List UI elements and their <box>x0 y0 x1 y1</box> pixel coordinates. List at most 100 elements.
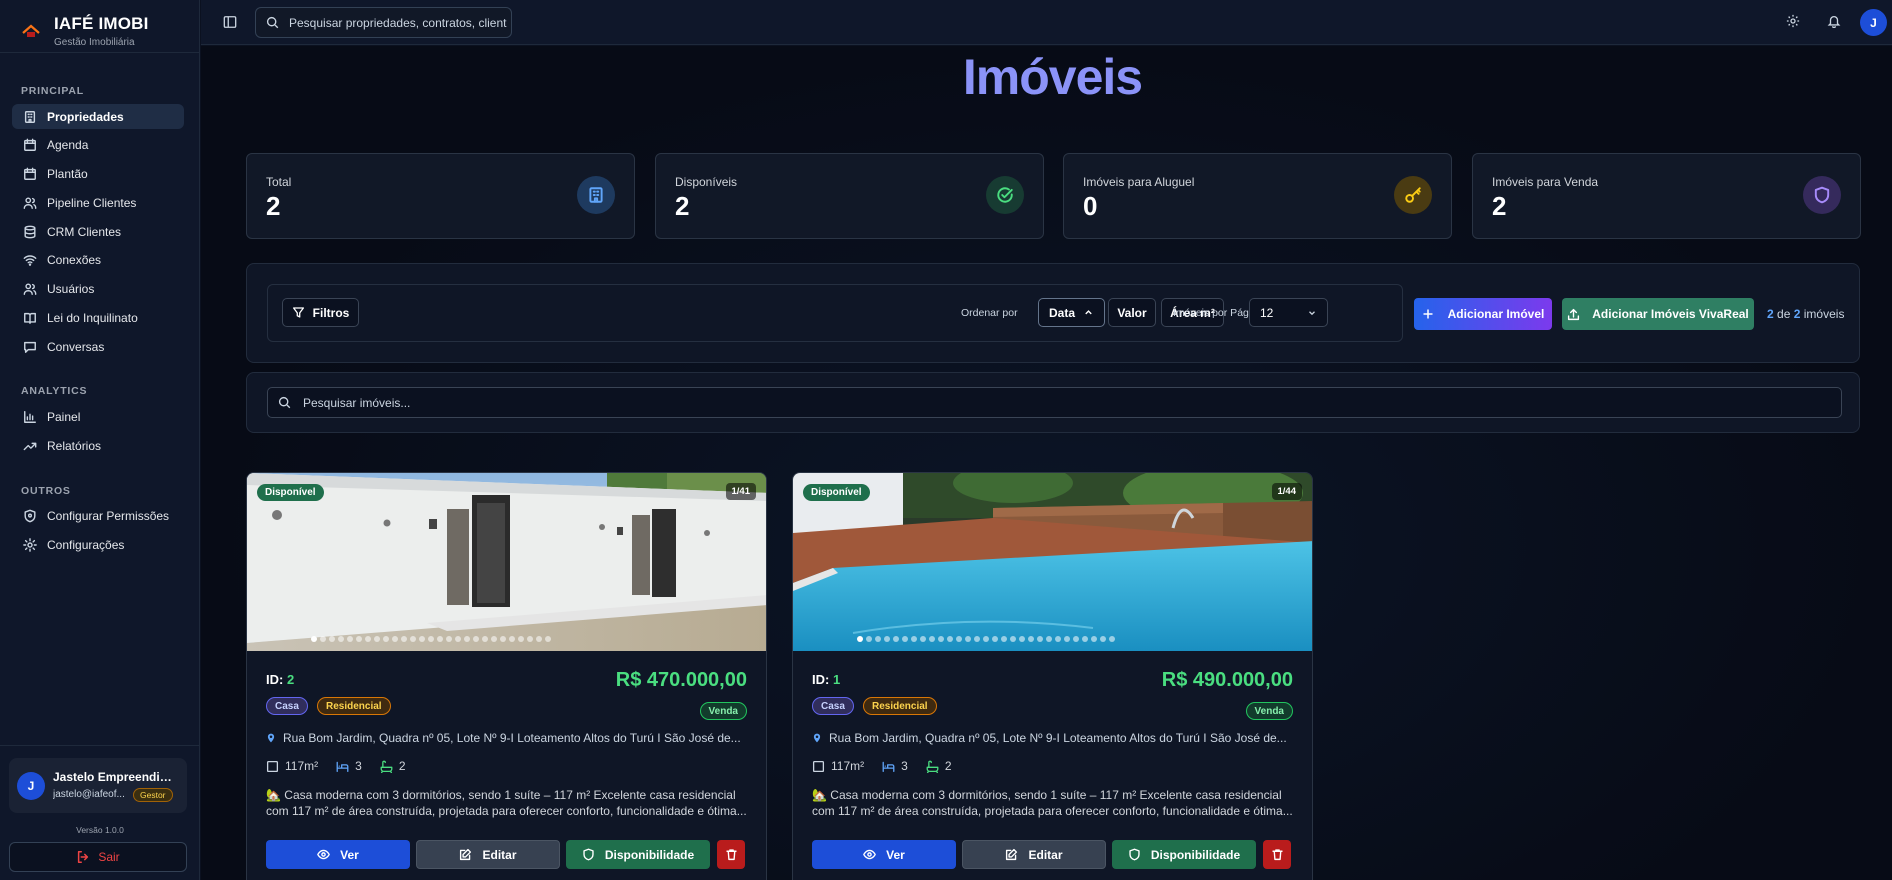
logout-button[interactable]: Sair <box>9 842 187 872</box>
brand[interactable]: IAFÉ IMOBI Gestão Imobiliária <box>20 14 149 48</box>
view-button[interactable]: Ver <box>266 840 410 869</box>
edit-button[interactable]: Editar <box>416 840 560 869</box>
pagination-dot[interactable] <box>992 636 998 642</box>
pagination-dot[interactable] <box>1064 636 1070 642</box>
pagination-dot[interactable] <box>392 636 398 642</box>
pagination-dot[interactable] <box>1001 636 1007 642</box>
pagination-dot[interactable] <box>1100 636 1106 642</box>
pagination-dot[interactable] <box>455 636 461 642</box>
user-card[interactable]: J Jastelo Empreendime... jastelo@iafeof.… <box>9 758 187 813</box>
sidebar-toggle-icon[interactable] <box>223 15 237 29</box>
gear-icon[interactable] <box>1786 14 1800 28</box>
pagination-dot[interactable] <box>401 636 407 642</box>
sidebar-item-conexoes[interactable]: Conexões <box>12 247 184 272</box>
pagination-dot[interactable] <box>911 636 917 642</box>
property-card[interactable]: Disponível 1/41 ID: 2 R$ 470.000,00 Casa… <box>246 472 767 880</box>
pagination-dot[interactable] <box>1019 636 1025 642</box>
pagination-dot[interactable] <box>938 636 944 642</box>
pagination-dot[interactable] <box>1028 636 1034 642</box>
pagination-dot[interactable] <box>383 636 389 642</box>
sidebar-item-lei-do-inquilinato[interactable]: Lei do Inquilinato <box>12 305 184 330</box>
availability-button[interactable]: Disponibilidade <box>1112 840 1256 869</box>
pagination-dot[interactable] <box>965 636 971 642</box>
pagination-dot[interactable] <box>365 636 371 642</box>
pagination-dot[interactable] <box>983 636 989 642</box>
sidebar-item-propriedades[interactable]: Propriedades <box>12 104 184 129</box>
pagination-dot[interactable] <box>500 636 506 642</box>
pagination-dot[interactable] <box>875 636 881 642</box>
pagination-dot[interactable] <box>1055 636 1061 642</box>
pagination-dot[interactable] <box>464 636 470 642</box>
pagination-dot[interactable] <box>545 636 551 642</box>
filters-button[interactable]: Filtros <box>282 298 359 327</box>
pagination-dot[interactable] <box>947 636 953 642</box>
property-card[interactable]: Disponível 1/44 ID: 1 R$ 490.000,00 Casa… <box>792 472 1313 880</box>
pagination-dot[interactable] <box>446 636 452 642</box>
property-search-input[interactable]: Pesquisar imóveis... <box>267 387 1842 418</box>
pagination-dot[interactable] <box>482 636 488 642</box>
pagination-dot[interactable] <box>884 636 890 642</box>
delete-button[interactable] <box>1263 840 1291 869</box>
filter-icon <box>292 307 304 318</box>
property-photo-pool[interactable]: Disponível 1/44 <box>793 473 1312 651</box>
sidebar-item-painel[interactable]: Painel <box>12 404 184 429</box>
sidebar-item-crm-clientes[interactable]: CRM Clientes <box>12 219 184 244</box>
pagination-dot[interactable] <box>866 636 872 642</box>
sidebar-item-conversas[interactable]: Conversas <box>12 334 184 359</box>
bath-icon <box>380 760 393 773</box>
image-pagination-dots[interactable] <box>311 636 551 642</box>
delete-button[interactable] <box>717 840 745 869</box>
pagination-dot[interactable] <box>347 636 353 642</box>
pagination-dot[interactable] <box>473 636 479 642</box>
sidebar-item-configuracoes[interactable]: Configurações <box>12 532 184 557</box>
pagination-dot[interactable] <box>356 636 362 642</box>
pagination-dot[interactable] <box>1082 636 1088 642</box>
pagination-dot[interactable] <box>956 636 962 642</box>
pagination-dot[interactable] <box>929 636 935 642</box>
pagination-dot[interactable] <box>374 636 380 642</box>
image-pagination-dots[interactable] <box>857 636 1115 642</box>
sidebar-item-configurar-permissoes[interactable]: Configurar Permissões <box>12 503 184 528</box>
avatar[interactable]: J <box>1860 9 1887 36</box>
sidebar-item-usuarios[interactable]: Usuários <box>12 276 184 301</box>
pagination-dot[interactable] <box>1010 636 1016 642</box>
pagination-dot[interactable] <box>527 636 533 642</box>
order-by-date-button[interactable]: Data <box>1038 298 1105 327</box>
pagination-dot[interactable] <box>536 636 542 642</box>
pagination-dot[interactable] <box>320 636 326 642</box>
per-page-select[interactable]: 12 <box>1249 298 1328 327</box>
pagination-dot[interactable] <box>1091 636 1097 642</box>
pagination-dot[interactable] <box>902 636 908 642</box>
pagination-dot[interactable] <box>974 636 980 642</box>
pagination-dot[interactable] <box>518 636 524 642</box>
pagination-dot[interactable] <box>1046 636 1052 642</box>
pagination-dot[interactable] <box>509 636 515 642</box>
pagination-dot[interactable] <box>437 636 443 642</box>
availability-button[interactable]: Disponibilidade <box>566 840 710 869</box>
property-photo-house[interactable]: Disponível 1/41 <box>247 473 766 651</box>
pagination-dot[interactable] <box>311 636 317 642</box>
pagination-dot[interactable] <box>410 636 416 642</box>
pagination-dot[interactable] <box>857 636 863 642</box>
pagination-dot[interactable] <box>1109 636 1115 642</box>
pagination-dot[interactable] <box>1037 636 1043 642</box>
sidebar-item-relatorios[interactable]: Relatórios <box>12 433 184 458</box>
global-search-input[interactable]: Pesquisar propriedades, contratos, clien… <box>255 7 512 38</box>
pagination-dot[interactable] <box>419 636 425 642</box>
pagination-dot[interactable] <box>920 636 926 642</box>
edit-button[interactable]: Editar <box>962 840 1106 869</box>
order-by-value-button[interactable]: Valor <box>1108 298 1156 327</box>
add-vivareal-button[interactable]: Adicionar Imóveis VivaReal <box>1562 298 1754 330</box>
bell-icon[interactable] <box>1827 14 1841 28</box>
sidebar-item-agenda[interactable]: Agenda <box>12 132 184 157</box>
pagination-dot[interactable] <box>1073 636 1079 642</box>
pagination-dot[interactable] <box>338 636 344 642</box>
pagination-dot[interactable] <box>893 636 899 642</box>
add-property-button[interactable]: Adicionar Imóvel <box>1414 298 1552 330</box>
pagination-dot[interactable] <box>491 636 497 642</box>
view-button[interactable]: Ver <box>812 840 956 869</box>
pagination-dot[interactable] <box>428 636 434 642</box>
sidebar-item-pipeline-clientes[interactable]: Pipeline Clientes <box>12 190 184 215</box>
sidebar-item-plantao[interactable]: Plantão <box>12 161 184 186</box>
pagination-dot[interactable] <box>329 636 335 642</box>
